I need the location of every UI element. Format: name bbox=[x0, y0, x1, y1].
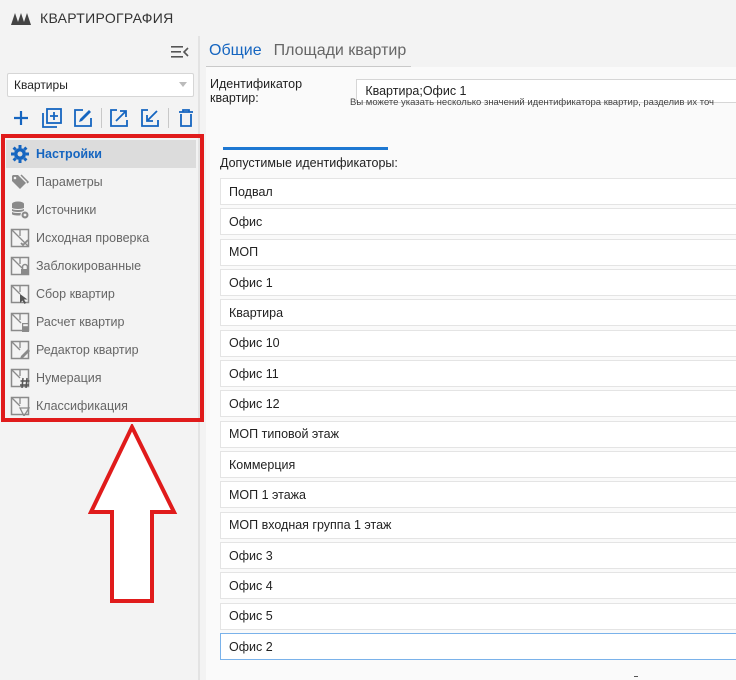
add-copy-button[interactable] bbox=[41, 107, 63, 129]
apartment-id-label: Идентификатор квартир: bbox=[210, 77, 303, 105]
m-logo-icon bbox=[11, 13, 31, 25]
edit-icon bbox=[74, 109, 92, 127]
loading-indicator bbox=[223, 147, 388, 150]
stray-mark bbox=[634, 676, 638, 677]
toolbar-divider bbox=[101, 108, 102, 128]
sidebar-toolbar bbox=[10, 106, 206, 130]
tab-bar: Общие Площади квартир bbox=[209, 42, 418, 64]
app-title: КВАРТИРОГРАФИЯ bbox=[40, 10, 174, 26]
allowed-id-field[interactable]: МОП bbox=[220, 238, 736, 266]
allowed-id-field[interactable]: Офис bbox=[220, 208, 736, 236]
allowed-id-field[interactable]: Квартира bbox=[220, 299, 736, 327]
collapse-sidebar-icon[interactable] bbox=[170, 44, 190, 60]
allowed-id-field[interactable]: МОП типовой этаж bbox=[220, 420, 736, 448]
add-button[interactable] bbox=[10, 107, 32, 129]
chevron-down-icon bbox=[179, 82, 187, 87]
allowed-id-field[interactable]: Коммерция bbox=[220, 451, 736, 479]
trash-icon bbox=[179, 109, 193, 127]
allowed-id-field[interactable]: Офис 5 bbox=[220, 602, 736, 630]
export-icon bbox=[110, 109, 128, 127]
allowed-ids-list: Подвал Офис МОП Офис 1 Квартира Офис 10 Офис 1… bbox=[220, 178, 736, 664]
allowed-id-field[interactable]: Офис 12 bbox=[220, 390, 736, 418]
main-panel: Общие Площади квартир Идентификатор квар… bbox=[200, 36, 736, 680]
tab-general[interactable]: Общие bbox=[209, 42, 262, 64]
allowed-id-field[interactable]: Офис 10 bbox=[220, 329, 736, 357]
plus-icon bbox=[14, 111, 28, 125]
toolbar-divider bbox=[168, 108, 169, 128]
allowed-id-field[interactable]: Офис 2 bbox=[220, 633, 736, 661]
allowed-id-field[interactable]: Подвал bbox=[220, 178, 736, 205]
allowed-id-field[interactable]: Офис 4 bbox=[220, 572, 736, 600]
allowed-id-field[interactable]: Офис 11 bbox=[220, 360, 736, 388]
highlight-box bbox=[1, 134, 204, 422]
import-button[interactable] bbox=[139, 107, 161, 129]
allowed-id-field[interactable]: МОП входная группа 1 этаж bbox=[220, 511, 736, 539]
up-arrow-annotation bbox=[88, 424, 178, 603]
title-bar: КВАРТИРОГРАФИЯ bbox=[0, 0, 736, 36]
add-box-icon bbox=[42, 108, 62, 128]
delete-button[interactable] bbox=[175, 107, 197, 129]
edit-button[interactable] bbox=[72, 107, 94, 129]
import-icon bbox=[141, 109, 159, 127]
settings-content: Идентификатор квартир: Квартира;Офис 1 Д… bbox=[206, 67, 736, 680]
apartment-id-hint: Вы можете указать несколько значений иде… bbox=[350, 97, 714, 108]
tab-apartment-areas[interactable]: Площади квартир bbox=[274, 42, 407, 64]
allowed-id-field[interactable]: Офис 3 bbox=[220, 542, 736, 570]
allowed-id-field[interactable]: МОП 1 этажа bbox=[220, 481, 736, 509]
allowed-id-field[interactable]: Офис 1 bbox=[220, 269, 736, 297]
project-select[interactable]: Квартиры bbox=[7, 73, 194, 97]
export-button[interactable] bbox=[108, 107, 130, 129]
project-select-value: Квартиры bbox=[14, 78, 68, 92]
allowed-ids-label: Допустимые идентификаторы: bbox=[220, 156, 398, 170]
